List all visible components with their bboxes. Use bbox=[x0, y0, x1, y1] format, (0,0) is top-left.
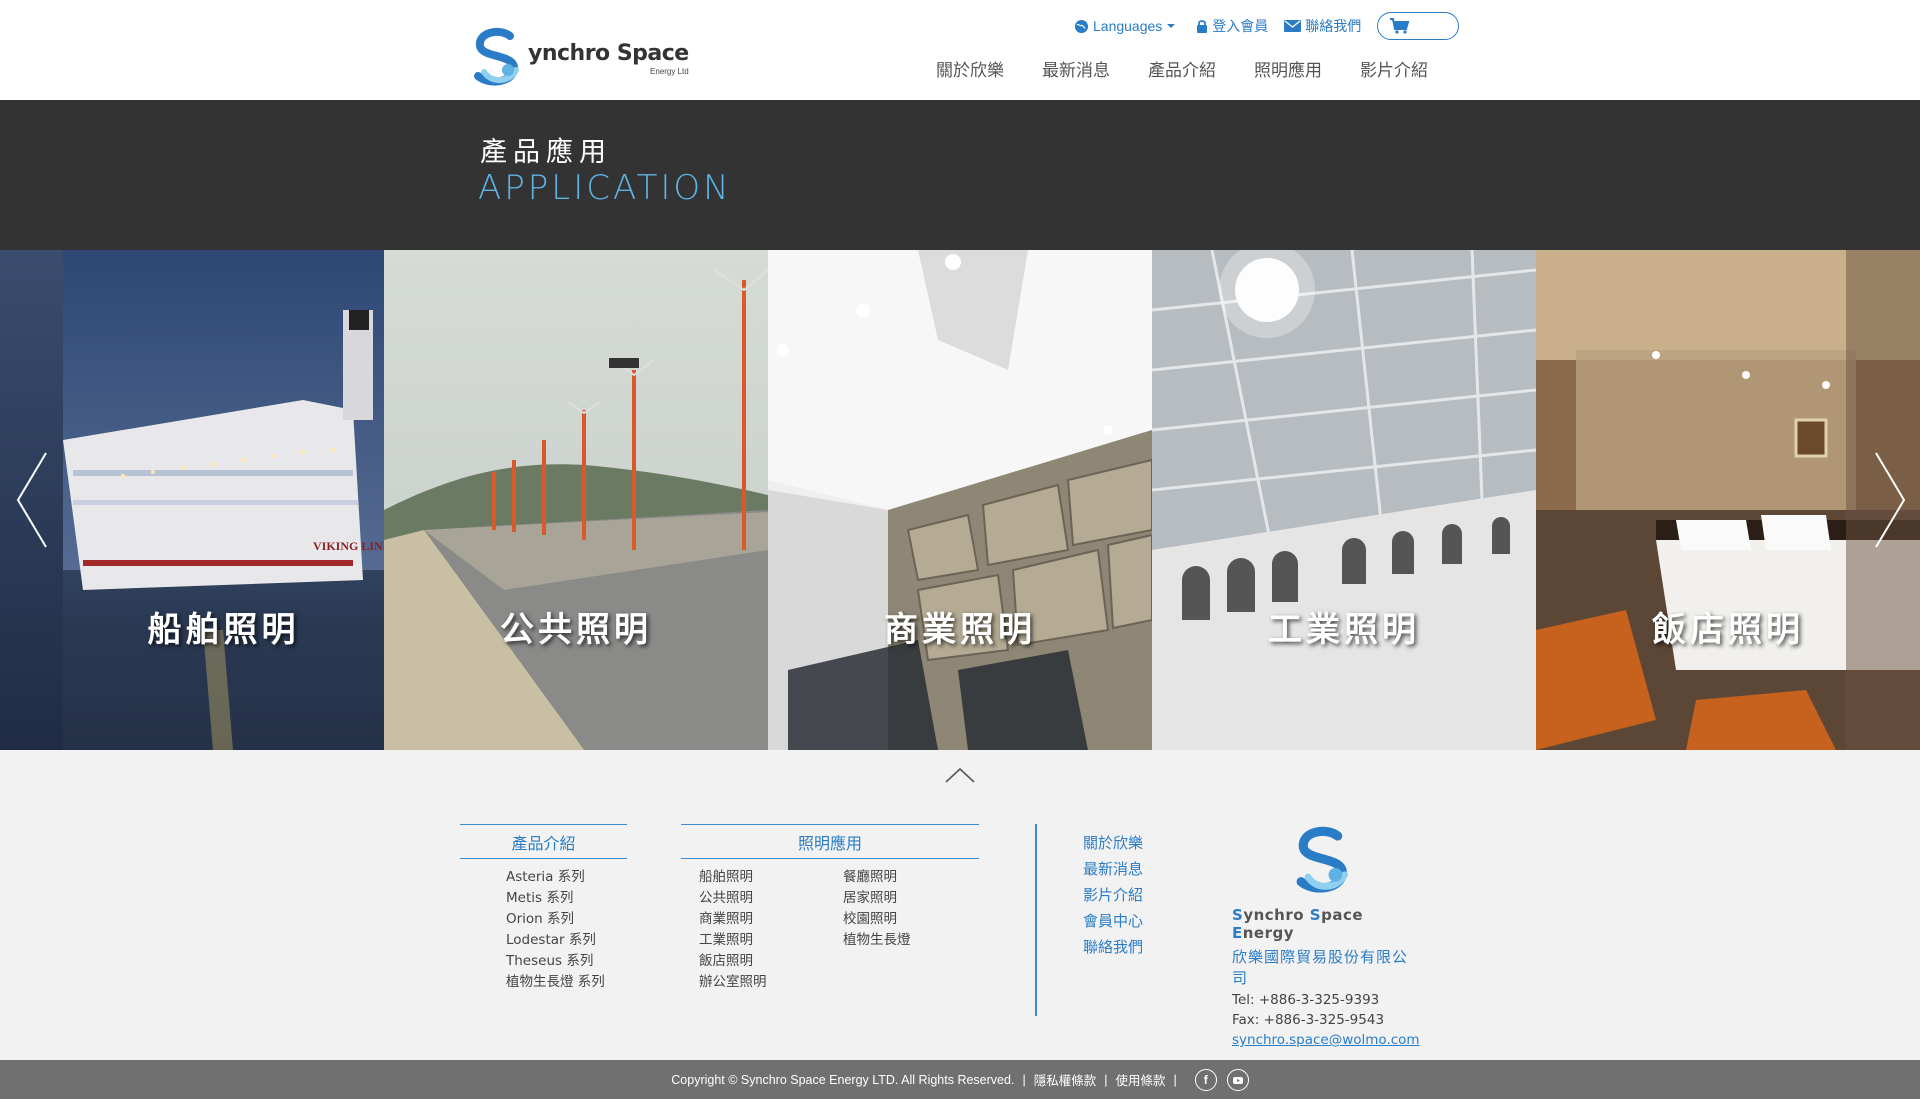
caption-public: 公共照明 bbox=[500, 610, 652, 650]
road-image bbox=[384, 250, 768, 750]
logo-subtitle: Energy Ltd bbox=[650, 66, 689, 76]
login-link[interactable]: 登入會員 bbox=[1196, 16, 1268, 36]
page-title-en: APPLICATION bbox=[478, 168, 732, 208]
footer-link-contact[interactable]: 聯絡我們 bbox=[1083, 934, 1143, 960]
footer-product-item[interactable]: Theseus 系列 bbox=[506, 951, 605, 972]
prev-arrow-icon[interactable] bbox=[12, 445, 52, 555]
footer-link-news[interactable]: 最新消息 bbox=[1083, 856, 1143, 882]
footer-app-item[interactable]: 植物生長燈 bbox=[843, 930, 911, 951]
cart-button[interactable] bbox=[1377, 12, 1460, 40]
lock-icon bbox=[1197, 19, 1208, 33]
copyright-bar: Copyright © Synchro Space Energy LTD. Al… bbox=[0, 1060, 1920, 1099]
caption-hotel: 飯店照明 bbox=[1652, 610, 1804, 650]
nav-videos[interactable]: 影片介紹 bbox=[1360, 56, 1428, 81]
footer-products-list: Asteria 系列 Metis 系列 Orion 系列 Lodestar 系列… bbox=[506, 867, 605, 993]
footer-product-item[interactable]: Metis 系列 bbox=[506, 888, 605, 909]
contact-link[interactable]: 聯絡我們 bbox=[1284, 16, 1361, 36]
footer-link-videos[interactable]: 影片介紹 bbox=[1083, 882, 1143, 908]
footer-quick-links: 關於欣樂 最新消息 影片介紹 會員中心 聯絡我們 bbox=[1083, 830, 1143, 960]
ship-image: VIKING LINE bbox=[63, 250, 384, 750]
nav-news[interactable]: 最新消息 bbox=[1042, 56, 1110, 81]
footer-product-item[interactable]: Orion 系列 bbox=[506, 909, 605, 930]
page-title-zh: 產品應用 bbox=[480, 137, 612, 168]
footer-products-title[interactable]: 產品介紹 bbox=[460, 824, 627, 859]
footer-app-item[interactable]: 工業照明 bbox=[699, 930, 767, 951]
gallery-interior-image bbox=[768, 250, 1152, 750]
logo-s-icon bbox=[474, 27, 519, 86]
footer-product-item[interactable]: Lodestar 系列 bbox=[506, 930, 605, 951]
footer-link-about[interactable]: 關於欣樂 bbox=[1083, 830, 1143, 856]
cart-icon bbox=[1390, 18, 1410, 34]
footer-link-member[interactable]: 會員中心 bbox=[1083, 908, 1143, 934]
mail-icon bbox=[1284, 20, 1302, 32]
footer-app-item[interactable]: 餐廳照明 bbox=[843, 867, 911, 888]
footer-app-item[interactable]: 公共照明 bbox=[699, 888, 767, 909]
languages-label: Languages bbox=[1093, 18, 1163, 34]
logo-name: ynchro Space bbox=[528, 40, 689, 66]
footer-app-item[interactable]: 飯店照明 bbox=[699, 951, 767, 972]
footer-app-item[interactable]: 辦公室照明 bbox=[699, 972, 767, 993]
login-label: 登入會員 bbox=[1212, 18, 1269, 34]
separator: | bbox=[1104, 1072, 1108, 1087]
caret-down-icon bbox=[1167, 24, 1176, 28]
page-banner: 產品應用 APPLICATION bbox=[0, 100, 1920, 250]
main-nav: 關於欣樂 最新消息 產品介紹 照明應用 影片介紹 bbox=[930, 56, 1428, 81]
privacy-link[interactable]: 隱私權條款 bbox=[1034, 1070, 1097, 1089]
contact-label: 聯絡我們 bbox=[1305, 18, 1362, 34]
youtube-icon[interactable] bbox=[1226, 1068, 1249, 1091]
next-arrow-icon[interactable] bbox=[1870, 445, 1910, 555]
site-header: ynchro Space Energy Ltd Languages 登入會員 聯… bbox=[0, 0, 1920, 100]
footer-apps-list-2: 餐廳照明 居家照明 校園照明 植物生長燈 bbox=[843, 867, 911, 951]
globe-icon bbox=[1074, 19, 1089, 33]
application-gallery: VIKING LINE 船舶照明 公共照明 商業照明 工業照明 飯店照明 bbox=[0, 250, 1920, 750]
terms-link[interactable]: 使用條款 bbox=[1115, 1070, 1165, 1089]
footer-product-item[interactable]: Asteria 系列 bbox=[506, 867, 605, 888]
footer-email-link[interactable]: synchro.space@wolmo.com bbox=[1232, 1032, 1422, 1048]
footer-fax: Fax: +886-3-325-9543 bbox=[1232, 1012, 1385, 1028]
footer-company-info: Synchro Space Energy 欣樂國際貿易股份有限公司 Tel: +… bbox=[1232, 824, 1422, 1048]
caption-ship: 船舶照明 bbox=[147, 610, 300, 650]
languages-dropdown[interactable]: Languages bbox=[1074, 18, 1180, 34]
site-logo[interactable]: ynchro Space Energy Ltd bbox=[470, 24, 700, 90]
utility-bar: Languages 登入會員 聯絡我們 bbox=[1074, 12, 1460, 40]
panel-commercial-lighting[interactable]: 商業照明 bbox=[768, 250, 1152, 750]
svg-text:VIKING LINE: VIKING LINE bbox=[313, 539, 384, 553]
panel-ship-lighting[interactable]: VIKING LINE 船舶照明 bbox=[63, 250, 384, 750]
footer-tel: Tel: +886-3-325-9393 bbox=[1232, 992, 1380, 1008]
warehouse-image bbox=[1152, 250, 1536, 750]
footer-apps-title[interactable]: 照明應用 bbox=[681, 824, 979, 859]
nav-applications[interactable]: 照明應用 bbox=[1254, 56, 1322, 81]
footer-product-item[interactable]: 植物生長燈 系列 bbox=[506, 972, 605, 993]
panel-hotel-lighting[interactable]: 飯店照明 bbox=[1536, 250, 1920, 750]
footer-company-name: 欣樂國際貿易股份有限公司 bbox=[1232, 948, 1409, 987]
hotel-room-image bbox=[1536, 250, 1920, 750]
facebook-icon[interactable]: f bbox=[1194, 1068, 1217, 1091]
footer-app-item[interactable]: 船舶照明 bbox=[699, 867, 767, 888]
panel-industrial-lighting[interactable]: 工業照明 bbox=[1152, 250, 1536, 750]
copyright-text: Copyright © Synchro Space Energy LTD. Al… bbox=[671, 1072, 1015, 1087]
scroll-top-icon[interactable] bbox=[944, 766, 976, 784]
footer-app-item[interactable]: 商業照明 bbox=[699, 909, 767, 930]
footer-logo-icon bbox=[1296, 826, 1348, 893]
footer-brand: Synchro Space Energy bbox=[1232, 906, 1364, 942]
separator: | bbox=[1022, 1072, 1026, 1087]
caption-commercial: 商業照明 bbox=[884, 610, 1036, 650]
separator: | bbox=[1173, 1072, 1177, 1087]
footer-app-item[interactable]: 居家照明 bbox=[843, 888, 911, 909]
site-footer: 產品介紹 Asteria 系列 Metis 系列 Orion 系列 Lodest… bbox=[0, 750, 1920, 1060]
panel-public-lighting[interactable]: 公共照明 bbox=[384, 250, 768, 750]
nav-products[interactable]: 產品介紹 bbox=[1148, 56, 1216, 81]
footer-app-item[interactable]: 校園照明 bbox=[843, 909, 911, 930]
nav-about[interactable]: 關於欣樂 bbox=[936, 56, 1004, 81]
footer-apps-list-1: 船舶照明 公共照明 商業照明 工業照明 飯店照明 辦公室照明 bbox=[699, 867, 767, 993]
caption-industrial: 工業照明 bbox=[1268, 610, 1420, 650]
footer-divider bbox=[1035, 824, 1037, 1016]
